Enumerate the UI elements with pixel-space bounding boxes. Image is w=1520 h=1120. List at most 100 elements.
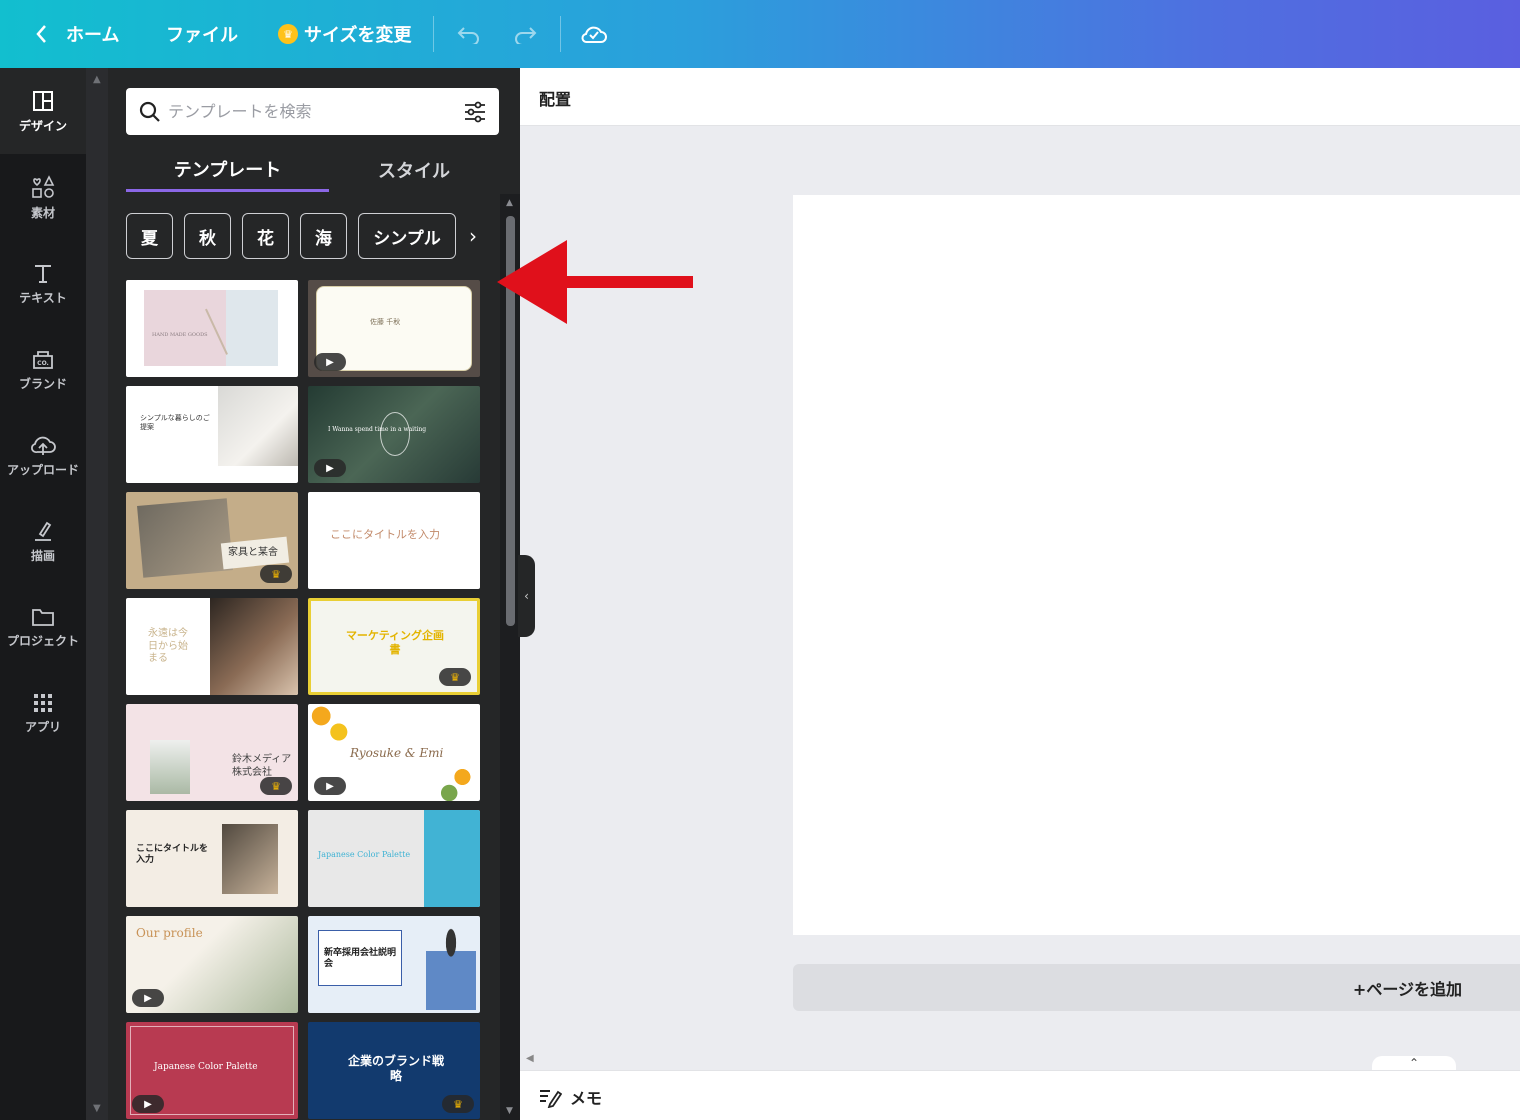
rail-item-uploads[interactable]: アップロード xyxy=(0,412,86,498)
file-menu-button[interactable]: ファイル xyxy=(166,0,238,68)
template-text: ここにタイトルを入力 xyxy=(330,528,440,541)
template-text: HAND MADE GOODS xyxy=(152,332,208,338)
play-icon: ▶ xyxy=(314,459,346,477)
scroll-down-icon[interactable]: ▼ xyxy=(506,1106,513,1116)
template-text: 鈴木メディア株式会社 xyxy=(232,754,292,778)
crown-icon: ♛ xyxy=(278,24,298,44)
svg-text:CO.: CO. xyxy=(37,360,49,367)
resize-label: サイズを変更 xyxy=(304,25,412,46)
cloud-check-icon[interactable] xyxy=(580,0,608,68)
search-icon xyxy=(139,101,160,122)
template-card[interactable]: I Wanna spend time in a waiting ▶ xyxy=(308,386,480,483)
template-text: シンプルな暮らしのご提案 xyxy=(140,414,210,431)
template-text: Ryosuke & Emi xyxy=(350,746,444,760)
search-box[interactable] xyxy=(126,88,499,135)
template-panel: テンプレート スタイル 夏 秋 花 海 シンプル › HAND MADE GOO… xyxy=(108,68,520,1120)
tab-templates[interactable]: テンプレート xyxy=(126,148,329,192)
chip-summer[interactable]: 夏 xyxy=(126,213,173,259)
rail-item-brand[interactable]: CO. ブランド xyxy=(0,326,86,412)
play-icon: ▶ xyxy=(314,777,346,795)
template-text: 家具と某舎 xyxy=(228,547,278,558)
text-icon xyxy=(35,264,51,283)
apps-grid-icon xyxy=(34,693,52,712)
template-card[interactable]: 家具と某舎 ♛ xyxy=(126,492,298,589)
chip-flower[interactable]: 花 xyxy=(242,213,289,259)
rail-item-draw[interactable]: 描画 xyxy=(0,498,86,584)
rail-item-design[interactable]: デザイン xyxy=(0,68,86,154)
chevron-right-icon[interactable]: › xyxy=(464,213,482,259)
canva-editor: { "topbar": { "back_icon": "chevron-left… xyxy=(0,0,1520,1120)
template-card[interactable]: 企業のブランド戦略 ♛ xyxy=(308,1022,480,1119)
rail-label: 素材 xyxy=(30,205,55,220)
template-card[interactable]: Japanese Color Palette xyxy=(308,810,480,907)
template-card[interactable]: ここにタイトルを入力 xyxy=(308,492,480,589)
arrange-button[interactable]: 配置 xyxy=(539,86,571,110)
template-card[interactable]: HAND MADE GOODS xyxy=(126,280,298,377)
shapes-icon xyxy=(32,174,55,198)
template-card[interactable]: Japanese Color Palette ▶ xyxy=(126,1022,298,1119)
collapse-panel-button[interactable]: ‹ xyxy=(518,555,535,637)
scroll-up-icon[interactable]: ▲ xyxy=(506,198,513,208)
template-card[interactable]: 鈴木メディア株式会社 ♛ xyxy=(126,704,298,801)
template-text: マーケティング企画書 xyxy=(345,629,445,656)
panel-tabs: テンプレート スタイル xyxy=(126,148,499,194)
design-page[interactable] xyxy=(793,195,1520,935)
template-text: I Wanna spend time in a waiting xyxy=(328,426,427,433)
rail-label: アプリ xyxy=(24,719,61,734)
chevron-left-icon[interactable] xyxy=(34,0,48,68)
crown-icon: ♛ xyxy=(439,668,471,686)
scroll-left-icon[interactable]: ◀ xyxy=(526,1053,534,1064)
crown-icon: ♛ xyxy=(260,777,292,795)
template-card[interactable]: ここにタイトルを入力 xyxy=(126,810,298,907)
rail-item-apps[interactable]: アプリ xyxy=(0,670,86,756)
template-card[interactable]: 永遠は今日から始まる xyxy=(126,598,298,695)
template-text: 佐藤 千秋 xyxy=(370,318,401,326)
play-icon: ▶ xyxy=(314,353,346,371)
template-text: Japanese Color Palette xyxy=(318,850,411,859)
filter-icon[interactable] xyxy=(463,100,487,124)
template-card[interactable]: 佐藤 千秋 ▶ xyxy=(308,280,480,377)
rail-item-text[interactable]: テキスト xyxy=(0,240,86,326)
template-card[interactable]: Ryosuke & Emi ▶ xyxy=(308,704,480,801)
chip-autumn[interactable]: 秋 xyxy=(184,213,231,259)
notes-label: メモ xyxy=(570,1089,603,1108)
play-icon: ▶ xyxy=(132,1095,164,1113)
notes-icon xyxy=(540,1090,562,1108)
tab-styles[interactable]: スタイル xyxy=(329,148,499,192)
toolbar-divider xyxy=(433,16,434,52)
template-text: ここにタイトルを入力 xyxy=(136,844,209,866)
side-navigation: デザイン 素材 テキスト CO. ブランド アップロード 描画 プロジェクト ア… xyxy=(0,68,86,1120)
search-input[interactable] xyxy=(168,102,448,121)
panel-scrollbar[interactable]: ▲ ▼ xyxy=(500,194,520,1120)
template-card[interactable]: Our profile ▶ xyxy=(126,916,298,1013)
template-card[interactable]: マーケティング企画書 ♛ xyxy=(308,598,480,695)
chevron-up-icon: ⌃ xyxy=(1408,1056,1420,1070)
rail-label: テキスト xyxy=(19,290,67,305)
rail-item-elements[interactable]: 素材 xyxy=(0,154,86,240)
rail-label: プロジェクト xyxy=(6,633,79,648)
play-icon: ▶ xyxy=(132,989,164,1007)
resize-button[interactable]: ♛ サイズを変更 xyxy=(278,0,411,68)
undo-icon[interactable] xyxy=(456,0,482,68)
top-bar: ホーム ファイル ♛ サイズを変更 xyxy=(0,0,1520,68)
notes-button[interactable]: メモ xyxy=(538,1085,602,1109)
layout-icon xyxy=(33,90,53,111)
folder-icon xyxy=(32,608,54,626)
rail-scrollbar[interactable]: ▲ ▼ xyxy=(86,68,108,1120)
chip-simple[interactable]: シンプル xyxy=(358,213,456,259)
rail-label: ブランド xyxy=(18,376,67,391)
chip-sea[interactable]: 海 xyxy=(300,213,347,259)
chevron-left-icon: ‹ xyxy=(524,589,529,603)
redo-icon[interactable] xyxy=(512,0,538,68)
template-card[interactable]: 新卒採用会社説明会 xyxy=(308,916,480,1013)
template-text: 新卒採用会社説明会 xyxy=(324,948,397,970)
rail-label: デザイン xyxy=(18,118,67,133)
add-page-button[interactable]: +ページを追加 xyxy=(793,964,1520,1011)
template-card[interactable]: シンプルな暮らしのご提案 xyxy=(126,386,298,483)
home-button[interactable]: ホーム xyxy=(66,0,119,68)
scroll-down-icon[interactable]: ▼ xyxy=(93,1103,101,1114)
rail-label: 描画 xyxy=(30,548,55,563)
scroll-up-icon[interactable]: ▲ xyxy=(93,74,101,85)
horizontal-scrollbar[interactable]: ◀ xyxy=(520,1050,1520,1070)
rail-item-projects[interactable]: プロジェクト xyxy=(0,584,86,670)
